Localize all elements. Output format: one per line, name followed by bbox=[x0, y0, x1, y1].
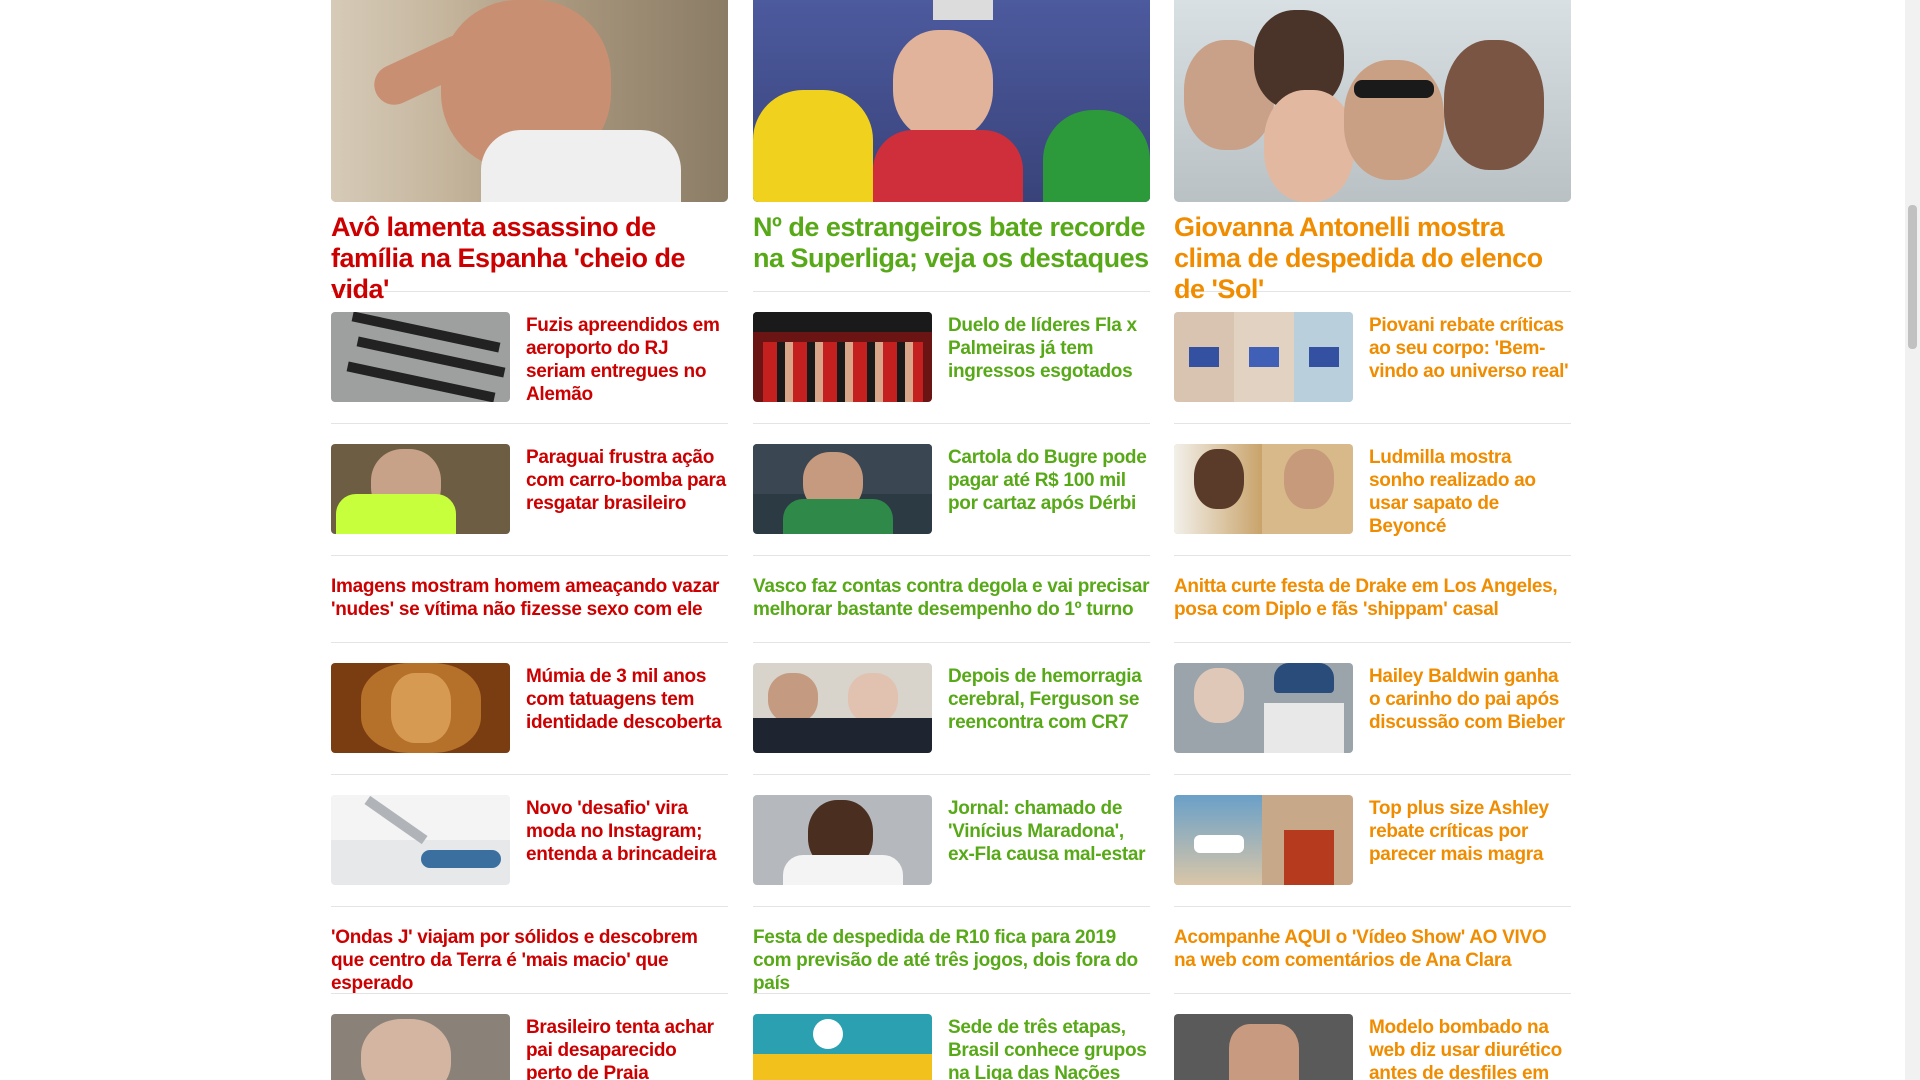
text-article[interactable]: Anitta curte festa de Drake em Los Angel… bbox=[1174, 556, 1571, 643]
text-article[interactable]: Vasco faz contas contra degola e vai pre… bbox=[753, 556, 1150, 643]
article-thumbnail[interactable] bbox=[1174, 1014, 1353, 1080]
text-article[interactable]: 'Ondas J' viajam por sólidos e descobrem… bbox=[331, 907, 728, 994]
list-item[interactable]: Piovani rebate críticas ao seu corpo: 'B… bbox=[1174, 292, 1571, 424]
list-item[interactable]: Novo 'desafio' vira moda no Instagram; e… bbox=[331, 775, 728, 907]
article-title[interactable]: Top plus size Ashley rebate críticas por… bbox=[1369, 797, 1569, 866]
article-title[interactable]: Festa de despedida de R10 fica para 2019… bbox=[753, 926, 1150, 995]
list-item[interactable]: Sede de três etapas, Brasil conhece grup… bbox=[753, 994, 1150, 1080]
hero-image[interactable] bbox=[1174, 0, 1571, 202]
article-thumbnail[interactable] bbox=[331, 312, 510, 402]
hero-image[interactable] bbox=[753, 0, 1150, 202]
text-article[interactable]: Festa de despedida de R10 fica para 2019… bbox=[753, 907, 1150, 994]
hero-image[interactable] bbox=[331, 0, 728, 202]
article-thumbnail[interactable] bbox=[753, 444, 932, 534]
list-item[interactable]: Duelo de líderes Fla x Palmeiras já tem … bbox=[753, 292, 1150, 424]
article-title[interactable]: Cartola do Bugre pode pagar até R$ 100 m… bbox=[948, 446, 1148, 515]
article-thumbnail[interactable] bbox=[1174, 312, 1353, 402]
list-item[interactable]: Paraguai frustra ação com carro-bomba pa… bbox=[331, 424, 728, 556]
article-title[interactable]: Ludmilla mostra sonho realizado ao usar … bbox=[1369, 446, 1569, 538]
article-thumbnail[interactable] bbox=[753, 795, 932, 885]
list-item[interactable]: Brasileiro tenta achar pai desaparecido … bbox=[331, 994, 728, 1080]
article-thumbnail[interactable] bbox=[1174, 444, 1353, 534]
article-thumbnail[interactable] bbox=[331, 795, 510, 885]
article-thumbnail[interactable] bbox=[1174, 663, 1353, 753]
text-article[interactable]: Imagens mostram homem ameaçando vazar 'n… bbox=[331, 556, 728, 643]
article-thumbnail[interactable] bbox=[331, 663, 510, 753]
scrollbar-thumb[interactable] bbox=[1908, 205, 1917, 349]
article-title[interactable]: Jornal: chamado de 'Vinícius Maradona', … bbox=[948, 797, 1148, 866]
article-title[interactable]: Duelo de líderes Fla x Palmeiras já tem … bbox=[948, 314, 1148, 383]
article-title[interactable]: Novo 'desafio' vira moda no Instagram; e… bbox=[526, 797, 726, 866]
article-title[interactable]: Imagens mostram homem ameaçando vazar 'n… bbox=[331, 575, 728, 621]
article-title[interactable]: Hailey Baldwin ganha o carinho do pai ap… bbox=[1369, 665, 1569, 734]
entertainment-column: Giovanna Antonelli mostra clima de despe… bbox=[1174, 0, 1571, 1080]
list-item[interactable]: Cartola do Bugre pode pagar até R$ 100 m… bbox=[753, 424, 1150, 556]
list-item[interactable]: Hailey Baldwin ganha o carinho do pai ap… bbox=[1174, 643, 1571, 775]
list-item[interactable]: Top plus size Ashley rebate críticas por… bbox=[1174, 775, 1571, 907]
article-title[interactable]: Sede de três etapas, Brasil conhece grup… bbox=[948, 1016, 1148, 1080]
article-thumbnail[interactable] bbox=[1174, 795, 1353, 885]
article-title[interactable]: Vasco faz contas contra degola e vai pre… bbox=[753, 575, 1150, 621]
article-title[interactable]: Modelo bombado na web diz usar diurético… bbox=[1369, 1016, 1569, 1080]
article-title[interactable]: Piovani rebate críticas ao seu corpo: 'B… bbox=[1369, 314, 1569, 383]
hero-article[interactable]: Nº de estrangeiros bate recorde na Super… bbox=[753, 0, 1150, 292]
list-item[interactable]: Depois de hemorragia cerebral, Ferguson … bbox=[753, 643, 1150, 775]
hero-article[interactable]: Avô lamenta assassino de família na Espa… bbox=[331, 0, 728, 304]
list-item[interactable]: Múmia de 3 mil anos com tatuagens tem id… bbox=[331, 643, 728, 775]
article-thumbnail[interactable] bbox=[331, 1014, 510, 1080]
sports-column: Nº de estrangeiros bate recorde na Super… bbox=[753, 0, 1150, 1080]
text-article[interactable]: Acompanhe AQUI o 'Vídeo Show' AO VIVO na… bbox=[1174, 907, 1571, 994]
list-item[interactable]: Jornal: chamado de 'Vinícius Maradona', … bbox=[753, 775, 1150, 907]
news-column: Avô lamenta assassino de família na Espa… bbox=[331, 0, 728, 1080]
article-title[interactable]: Múmia de 3 mil anos com tatuagens tem id… bbox=[526, 665, 726, 734]
list-item[interactable]: Modelo bombado na web diz usar diurético… bbox=[1174, 994, 1571, 1080]
article-thumbnail[interactable] bbox=[753, 663, 932, 753]
article-title[interactable]: Anitta curte festa de Drake em Los Angel… bbox=[1174, 575, 1571, 621]
article-thumbnail[interactable] bbox=[331, 444, 510, 534]
article-title[interactable]: Depois de hemorragia cerebral, Ferguson … bbox=[948, 665, 1148, 734]
article-thumbnail[interactable] bbox=[753, 1014, 932, 1080]
hero-article[interactable]: Giovanna Antonelli mostra clima de despe… bbox=[1174, 0, 1571, 304]
list-item[interactable]: Ludmilla mostra sonho realizado ao usar … bbox=[1174, 424, 1571, 556]
article-title[interactable]: Paraguai frustra ação com carro-bomba pa… bbox=[526, 446, 726, 515]
list-item[interactable]: Fuzis apreendidos em aeroporto do RJ ser… bbox=[331, 292, 728, 424]
article-title[interactable]: 'Ondas J' viajam por sólidos e descobrem… bbox=[331, 926, 728, 995]
vertical-scrollbar[interactable] bbox=[1905, 0, 1920, 1080]
article-thumbnail[interactable] bbox=[753, 312, 932, 402]
hero-title[interactable]: Nº de estrangeiros bate recorde na Super… bbox=[753, 212, 1150, 274]
article-title[interactable]: Acompanhe AQUI o 'Vídeo Show' AO VIVO na… bbox=[1174, 926, 1571, 972]
article-title[interactable]: Fuzis apreendidos em aeroporto do RJ ser… bbox=[526, 314, 726, 406]
article-title[interactable]: Brasileiro tenta achar pai desaparecido … bbox=[526, 1016, 726, 1080]
